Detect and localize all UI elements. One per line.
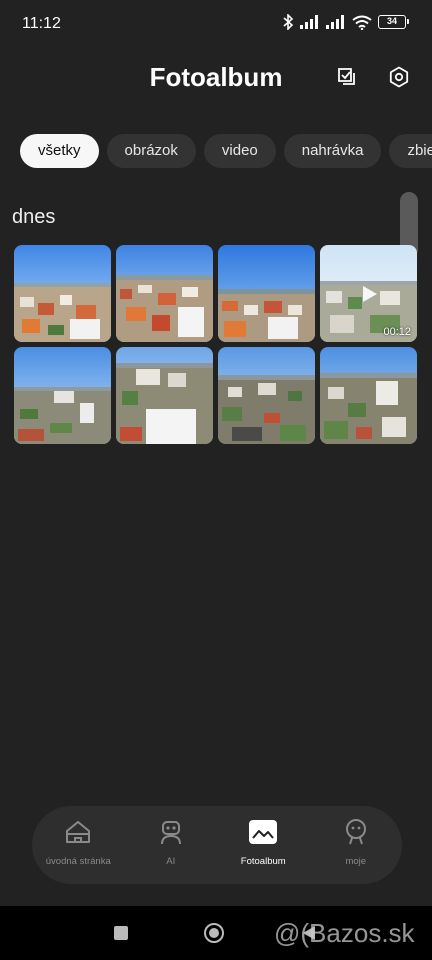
watermark-text: @(Bazos.sk	[274, 918, 415, 948]
signal-icon	[326, 15, 344, 29]
photo-image	[116, 245, 213, 342]
nav-item-home[interactable]: úvodná stránka	[32, 806, 125, 884]
photo-image	[218, 347, 315, 444]
status-time: 11:12	[22, 15, 61, 32]
photo-image	[320, 347, 417, 444]
photo-thumb[interactable]	[218, 347, 315, 444]
photo-thumb[interactable]	[320, 347, 417, 444]
video-thumb[interactable]: 00:12	[320, 245, 417, 342]
photo-thumb[interactable]	[14, 245, 111, 342]
bottom-nav: úvodná stránka AI Fotoalbum moje	[32, 806, 402, 884]
recents-button[interactable]	[112, 924, 130, 942]
nav-label-fotoalbum: Fotoalbum	[240, 856, 286, 867]
status-bar: 11:12 34	[0, 0, 432, 48]
nav-label-mine: moje	[345, 856, 367, 867]
photo-image	[116, 347, 213, 444]
nav-label-home: úvodná stránka	[45, 856, 111, 867]
chip-video[interactable]: video	[203, 134, 276, 168]
header: Fotoalbum	[0, 52, 432, 108]
page-title: Fotoalbum	[149, 62, 283, 92]
profile-icon	[345, 819, 366, 845]
robot-icon	[160, 821, 181, 845]
photo-thumb[interactable]	[218, 245, 315, 342]
wifi-icon	[352, 15, 372, 30]
home-icon	[66, 821, 91, 843]
photo-thumb[interactable]	[116, 245, 213, 342]
section-title-today: dnes	[12, 206, 56, 228]
photo-image	[14, 347, 111, 444]
nav-label-ai: AI	[166, 856, 176, 867]
photo-image	[14, 245, 111, 342]
select-check-icon	[338, 68, 355, 85]
chip-all[interactable]: všetky	[20, 134, 99, 168]
home-button[interactable]	[203, 922, 225, 944]
chip-collections[interactable]: zbie	[389, 134, 432, 168]
select-button[interactable]	[332, 62, 362, 92]
photo-thumb[interactable]	[14, 347, 111, 444]
nav-item-ai[interactable]: AI	[125, 806, 218, 884]
photo-image	[218, 245, 315, 342]
battery-level: 34	[386, 16, 397, 26]
chip-images[interactable]: obrázok	[106, 134, 196, 168]
settings-button[interactable]	[384, 62, 414, 92]
video-duration: 00:12	[383, 326, 411, 338]
filter-chips: všetky obrázok video nahrávka zbie	[20, 134, 432, 168]
nav-item-fotoalbum[interactable]: Fotoalbum	[217, 806, 310, 884]
play-icon	[363, 286, 377, 302]
photo-grid: 00:12	[14, 245, 418, 444]
photo-album-icon	[249, 820, 278, 844]
chip-recording[interactable]: nahrávka	[283, 134, 382, 168]
status-icons: 34	[282, 14, 409, 30]
gear-icon	[389, 66, 409, 88]
photo-thumb[interactable]	[116, 347, 213, 444]
signal-icon	[300, 15, 318, 29]
nav-item-mine[interactable]: moje	[310, 806, 403, 884]
bluetooth-icon	[283, 14, 294, 30]
battery-icon: 34	[378, 15, 409, 29]
